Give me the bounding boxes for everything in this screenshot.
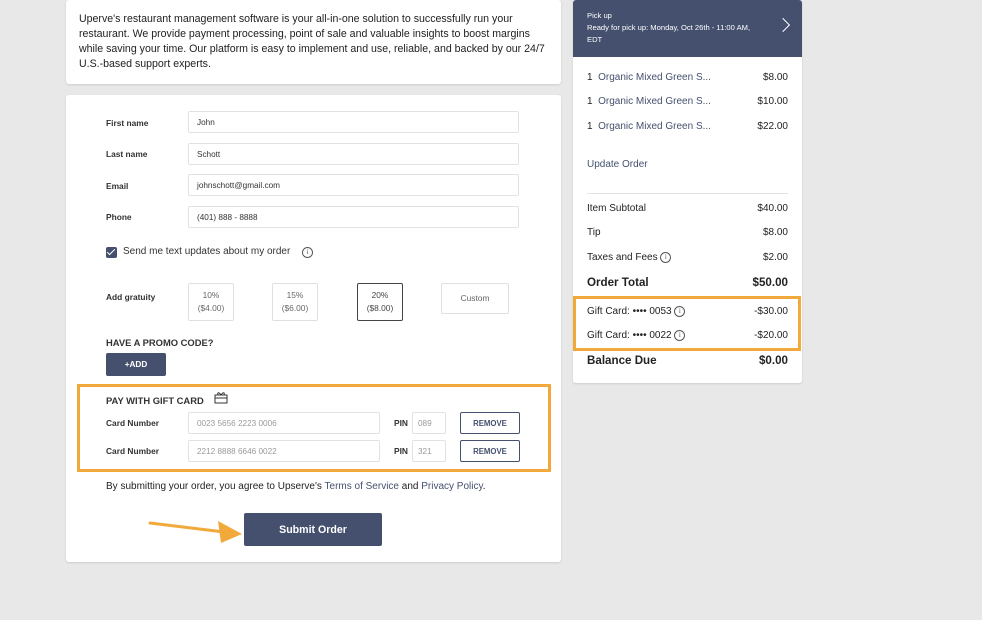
- agreement-text: By submitting your order, you agree to U…: [106, 481, 486, 492]
- list-item: 1 Organic Mixed Green S... $22.00: [587, 121, 788, 132]
- gratuity-amount: ($4.00): [197, 303, 225, 313]
- intro-text: Uperve's restaurant management software …: [79, 13, 545, 70]
- email-label: Email: [106, 181, 129, 191]
- checkout-form: First name John Last name Schott Email j…: [66, 95, 561, 562]
- tip-label: Tip: [587, 227, 601, 238]
- gratuity-custom-label: Custom: [460, 293, 490, 303]
- email-field[interactable]: johnschott@gmail.com: [188, 174, 519, 196]
- tip-value: $8.00: [762, 227, 788, 238]
- item-price: $10.00: [757, 96, 788, 107]
- intro-card: Uperve's restaurant management software …: [66, 0, 561, 84]
- promo-heading: HAVE A PROMO CODE?: [106, 337, 214, 348]
- first-name-label: First name: [106, 118, 149, 128]
- terms-link[interactable]: Terms of Service: [325, 481, 399, 492]
- gratuity-pct: 15%: [286, 290, 304, 300]
- balance-due-label: Balance Due: [587, 354, 657, 367]
- item-price: $8.00: [762, 72, 788, 83]
- agreement-and: and: [398, 481, 422, 492]
- submit-order-button[interactable]: Submit Order: [244, 513, 382, 546]
- taxes-row: Taxes and Fees i $2.00: [587, 252, 788, 263]
- add-promo-button[interactable]: +ADD: [106, 353, 166, 376]
- info-icon[interactable]: i: [660, 252, 672, 263]
- item-qty: 1: [587, 96, 593, 107]
- gratuity-10-option[interactable]: 10% ($4.00): [188, 283, 234, 321]
- order-total-label: Order Total: [587, 276, 649, 289]
- update-order-link[interactable]: Update Order: [587, 159, 648, 170]
- subtotal-value: $40.00: [757, 203, 788, 214]
- first-name-field[interactable]: John: [188, 111, 519, 133]
- summary-gift-card-highlight: [573, 296, 801, 351]
- subtotal-row: Item Subtotal $40.00: [587, 203, 788, 214]
- item-name[interactable]: Organic Mixed Green S...: [598, 96, 711, 107]
- subtotal-label: Item Subtotal: [587, 203, 646, 214]
- balance-due-row: Balance Due $0.00: [587, 354, 788, 367]
- tip-row: Tip $8.00: [587, 227, 788, 238]
- pickup-detail: Ready for pick up: Monday, Oct 26th - 11…: [587, 23, 751, 44]
- taxes-label: Taxes and Fees: [587, 252, 658, 264]
- gratuity-pct: 10%: [202, 290, 220, 300]
- text-updates-label: Send me text updates about my order: [123, 246, 291, 257]
- pickup-banner[interactable]: Pick up Ready for pick up: Monday, Oct 2…: [573, 0, 802, 57]
- list-item: 1 Organic Mixed Green S... $10.00: [587, 96, 788, 107]
- taxes-value: $2.00: [762, 252, 788, 263]
- divider: [587, 193, 788, 194]
- item-price: $22.00: [757, 121, 788, 132]
- item-name[interactable]: Organic Mixed Green S...: [598, 72, 711, 83]
- gratuity-20-option[interactable]: 20% ($8.00): [357, 283, 403, 321]
- last-name-field[interactable]: Schott: [188, 143, 519, 165]
- pickup-title: Pick up: [587, 11, 612, 20]
- gift-card-highlight: [77, 384, 551, 472]
- info-icon[interactable]: i: [302, 247, 313, 258]
- gratuity-pct: 20%: [371, 290, 389, 300]
- text-updates-checkbox[interactable]: [106, 247, 117, 258]
- gratuity-label: Add gratuity: [106, 292, 156, 302]
- gratuity-15-option[interactable]: 15% ($6.00): [272, 283, 318, 321]
- last-name-label: Last name: [106, 149, 148, 159]
- order-total-value: $50.00: [752, 276, 788, 289]
- order-total-row: Order Total $50.00: [587, 276, 788, 289]
- balance-due-value: $0.00: [758, 354, 788, 367]
- privacy-link[interactable]: Privacy Policy: [421, 481, 483, 492]
- gratuity-custom-option[interactable]: Custom: [441, 283, 509, 314]
- item-qty: 1: [587, 72, 593, 83]
- list-item: 1 Organic Mixed Green S... $8.00: [587, 72, 788, 83]
- agreement-suffix: .: [482, 481, 486, 492]
- arrow-annotation-icon: [148, 521, 242, 543]
- gratuity-amount: ($8.00): [366, 303, 394, 313]
- phone-label: Phone: [106, 212, 132, 222]
- item-name[interactable]: Organic Mixed Green S...: [598, 121, 711, 132]
- agreement-prefix: By submitting your order, you agree to U…: [106, 481, 325, 492]
- item-qty: 1: [587, 121, 593, 132]
- phone-field[interactable]: (401) 888 - 8888: [188, 206, 519, 228]
- gratuity-amount: ($6.00): [281, 303, 309, 313]
